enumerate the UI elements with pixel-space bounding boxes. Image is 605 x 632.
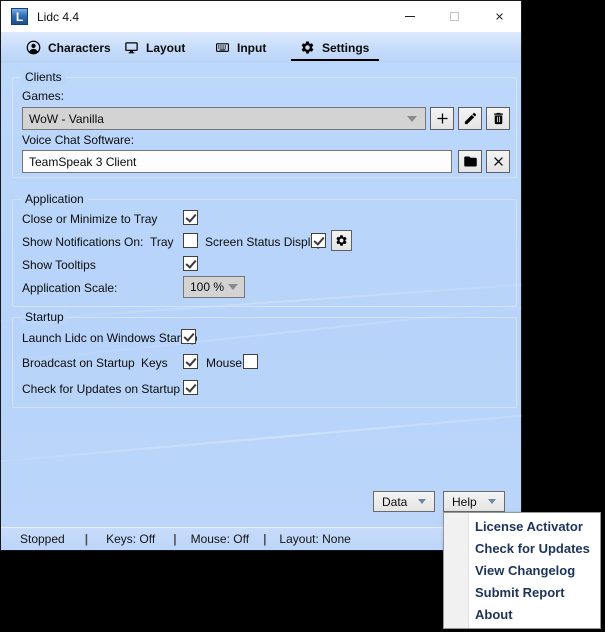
status-separator: | (173, 532, 176, 546)
help-button-label: Help (452, 495, 477, 509)
x-icon (491, 154, 506, 169)
status-keys: Keys: Off (106, 532, 155, 546)
data-menu-button[interactable]: Data (373, 491, 435, 512)
status-run-state: Stopped (20, 532, 65, 546)
broadcast-label: Broadcast on Startup (22, 356, 135, 370)
title-bar[interactable]: L Lidc 4.4 (1, 1, 521, 32)
maximize-button[interactable] (432, 1, 477, 32)
person-icon (26, 40, 41, 55)
launch-startup-label: Launch Lidc on Windows Startup (22, 331, 197, 345)
tab-label: Layout (146, 41, 185, 55)
tab-layout[interactable]: Layout (124, 32, 185, 63)
help-dropdown-menu: License Activator Check for Updates View… (443, 512, 601, 629)
notifications-label: Show Notifications On: (22, 235, 143, 249)
folder-icon (463, 154, 478, 169)
voice-chat-label: Voice Chat Software: (22, 133, 134, 147)
screen-status-settings-button[interactable] (331, 230, 352, 251)
status-separator: | (263, 532, 266, 546)
browse-voice-chat-button[interactable] (458, 150, 482, 173)
minimize-icon (405, 16, 415, 17)
startup-group-label: Startup (21, 310, 68, 324)
menu-item-view-changelog[interactable]: View Changelog (444, 560, 600, 582)
tab-label: Settings (322, 41, 369, 55)
scale-label: Application Scale: (22, 281, 117, 295)
tray-checkbox[interactable] (183, 233, 198, 248)
menu-item-about[interactable]: About (444, 604, 600, 626)
tray-label: Tray (150, 235, 174, 249)
app-window: L Lidc 4.4 Characters (0, 0, 522, 551)
tooltips-label: Show Tooltips (22, 258, 96, 272)
status-separator: | (85, 532, 88, 546)
chevron-down-icon (228, 284, 238, 290)
keys-checkbox[interactable] (183, 354, 198, 369)
status-layout: Layout: None (279, 532, 350, 546)
gear-icon (335, 234, 348, 247)
menu-item-license-activator[interactable]: License Activator (444, 516, 600, 538)
close-tray-checkbox[interactable] (183, 210, 198, 225)
tab-characters[interactable]: Characters (26, 32, 111, 63)
active-tab-underline (291, 59, 379, 61)
close-icon (494, 11, 505, 22)
screen: L Lidc 4.4 Characters (0, 0, 605, 632)
chevron-down-icon (418, 499, 426, 504)
status-mouse: Mouse: Off (191, 532, 249, 546)
voice-chat-value: TeamSpeak 3 Client (29, 155, 136, 169)
games-combobox-value: WoW - Vanilla (29, 112, 104, 126)
minimize-button[interactable] (387, 1, 432, 32)
scale-value: 100 % (190, 280, 224, 294)
application-group-label: Application (21, 192, 88, 206)
close-button[interactable] (477, 1, 522, 32)
menu-item-check-for-updates[interactable]: Check for Updates (444, 538, 600, 560)
chevron-down-icon (488, 499, 496, 504)
tab-label: Input (237, 41, 266, 55)
updates-startup-label: Check for Updates on Startup (22, 382, 180, 396)
screen-status-label: Screen Status Display (205, 235, 323, 249)
close-tray-label: Close or Minimize to Tray (22, 212, 157, 226)
gear-icon (300, 40, 315, 55)
screen-status-checkbox[interactable] (311, 233, 326, 248)
clients-group-label: Clients (21, 70, 66, 84)
tab-label: Characters (48, 41, 111, 55)
tooltips-checkbox[interactable] (183, 256, 198, 271)
games-label: Games: (22, 89, 64, 103)
keyboard-icon (215, 40, 230, 55)
voice-chat-input[interactable]: TeamSpeak 3 Client (22, 150, 452, 173)
pencil-icon (463, 111, 478, 126)
data-button-label: Data (382, 495, 407, 509)
games-combobox[interactable]: WoW - Vanilla (22, 107, 426, 130)
add-game-button[interactable] (430, 107, 454, 130)
maximize-icon (450, 12, 459, 21)
launch-startup-checkbox[interactable] (181, 329, 196, 344)
edit-game-button[interactable] (458, 107, 482, 130)
mouse-label: Mouse (206, 356, 242, 370)
trash-icon (491, 111, 506, 126)
scale-dropdown[interactable]: 100 % (183, 276, 245, 298)
keys-label: Keys (141, 356, 168, 370)
clear-voice-chat-button[interactable] (486, 150, 510, 173)
tab-input[interactable]: Input (215, 32, 266, 63)
mouse-checkbox[interactable] (243, 354, 258, 369)
chevron-down-icon (407, 116, 417, 122)
updates-startup-checkbox[interactable] (183, 380, 198, 395)
menu-item-submit-report[interactable]: Submit Report (444, 582, 600, 604)
plus-icon (435, 111, 450, 126)
window-title: Lidc 4.4 (37, 1, 79, 32)
background-swoosh (0, 404, 522, 467)
monitor-icon (124, 40, 139, 55)
app-logo-icon: L (11, 8, 28, 25)
help-menu-button[interactable]: Help (443, 491, 505, 512)
delete-game-button[interactable] (486, 107, 510, 130)
tab-bar: Characters Layout Input (1, 32, 521, 63)
